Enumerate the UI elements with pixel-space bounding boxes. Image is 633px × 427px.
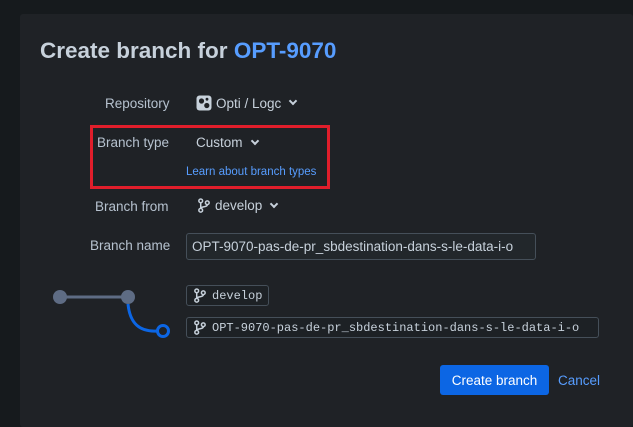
branch-from-value: develop — [215, 198, 263, 213]
branch-type-value: Custom — [196, 135, 243, 150]
repository-value: Opti / Logc — [216, 95, 282, 111]
repository-picker[interactable]: Opti / Logc — [196, 95, 298, 111]
branch-from-picker[interactable]: develop — [197, 198, 279, 213]
issue-key: OPT-9070 — [233, 38, 337, 63]
branch-from-label: Branch from — [95, 199, 169, 214]
main-branch-head-node — [121, 290, 135, 304]
new-branch-line — [126, 303, 158, 333]
git-branch-icon — [194, 288, 206, 303]
repository-label: Repository — [105, 96, 170, 111]
branch-type-label: Branch type — [97, 135, 170, 150]
source-branch-chip: develop — [186, 285, 270, 306]
title-prefix: Create branch for — [40, 38, 234, 63]
branch-name-input[interactable] — [186, 233, 536, 260]
new-branch-node — [156, 324, 170, 338]
branch-name-label: Branch name — [90, 238, 171, 253]
chevron-down-icon — [250, 136, 259, 145]
learn-branch-types-link[interactable]: Learn about branch types — [186, 166, 316, 178]
branch-type-picker[interactable]: Custom — [196, 135, 259, 150]
cancel-button[interactable]: Cancel — [552, 365, 606, 395]
chevron-down-icon — [270, 199, 279, 208]
page-title: Create branch for OPT-9070 — [40, 38, 336, 64]
create-branch-button[interactable]: Create branch — [440, 365, 549, 395]
new-branch-chip: OPT-9070-pas-de-pr_sbdestination-dans-s-… — [186, 317, 599, 338]
branch-graph — [53, 290, 170, 338]
main-branch-start-node — [53, 290, 67, 304]
git-branch-icon — [198, 198, 210, 213]
chevron-down-icon — [289, 96, 298, 106]
source-branch-name: develop — [212, 288, 263, 303]
new-branch-name: OPT-9070-pas-de-pr_sbdestination-dans-s-… — [212, 320, 580, 335]
repository-icon — [196, 95, 212, 111]
git-branch-icon — [194, 320, 206, 335]
